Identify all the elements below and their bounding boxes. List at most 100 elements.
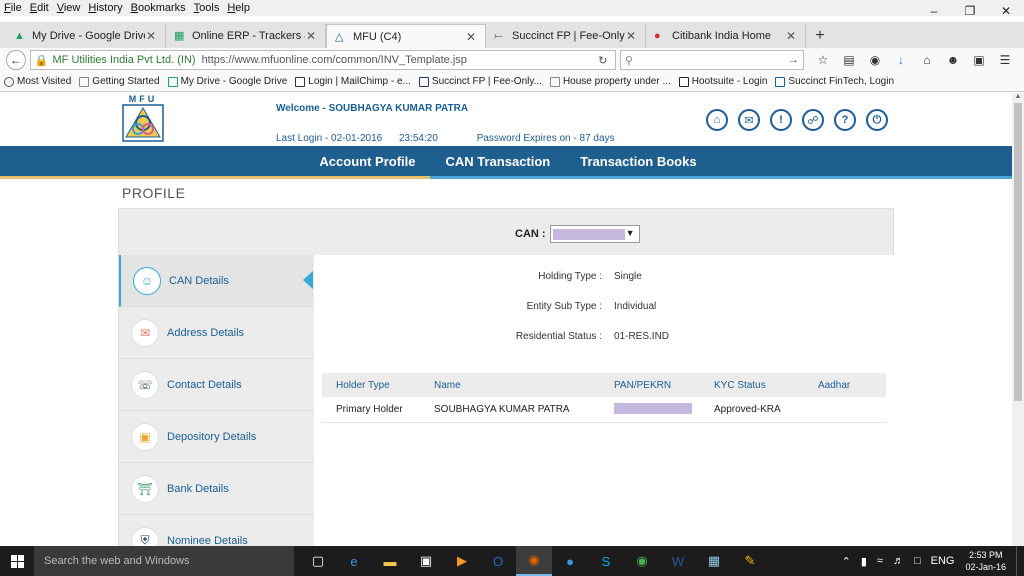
tray-chevron-icon[interactable]: ⌃ xyxy=(842,555,851,568)
search-input[interactable]: ⚲ → xyxy=(619,50,804,70)
menu-view[interactable]: View xyxy=(53,2,85,14)
outlook-icon[interactable]: O xyxy=(480,546,516,576)
home-icon[interactable]: ⌂ xyxy=(914,53,940,67)
close-icon[interactable]: ✕ xyxy=(145,29,157,43)
close-icon[interactable]: ✕ xyxy=(625,29,637,43)
sidebar-item-contact-details[interactable]: ☏ Contact Details xyxy=(119,359,313,411)
notification-icon[interactable]: □ xyxy=(914,555,921,567)
menu-edit[interactable]: Edit xyxy=(26,2,53,14)
edge-icon[interactable]: e xyxy=(336,546,372,576)
taskbar-search[interactable]: Search the web and Windows xyxy=(34,546,294,576)
scroll-up-icon[interactable]: ▲ xyxy=(1012,93,1024,103)
bank-icon: ⛩ xyxy=(131,474,159,503)
tab-1[interactable]: ▦ Online ERP - Trackers & O...✕ xyxy=(166,24,326,48)
chrome-icon[interactable]: ◉ xyxy=(624,546,660,576)
tab-0[interactable]: ▲ My Drive - Google Drive ✕ xyxy=(6,24,166,48)
mfu-icon: △ xyxy=(335,30,344,43)
shield-icon: ⛨ xyxy=(131,526,159,546)
firefox-icon[interactable]: ◉ xyxy=(516,546,552,576)
start-button[interactable] xyxy=(0,546,34,576)
hootsuite-icon xyxy=(678,76,689,87)
pocket-icon[interactable]: ◉ xyxy=(862,53,888,67)
can-value-redacted xyxy=(552,229,625,240)
site-identity[interactable]: MF Utilities India Pvt Ltd. (IN) xyxy=(53,54,196,66)
chat-icon[interactable]: ☻ xyxy=(940,53,966,67)
sidebar-item-bank-details[interactable]: ⛩ Bank Details xyxy=(119,463,313,515)
restore-icon[interactable]: ❐ xyxy=(952,0,988,22)
bookmark-item[interactable]: Hootsuite - Login xyxy=(678,76,768,87)
bookmark-item[interactable]: Succinct FP | Fee-Only... xyxy=(418,76,542,87)
menu-tools[interactable]: Tools xyxy=(190,2,224,14)
bookmark-item[interactable]: Most Visited xyxy=(4,76,71,87)
bookmark-item[interactable]: My Drive - Google Drive xyxy=(167,76,287,87)
bookmark-item[interactable]: House property under ... xyxy=(549,76,671,87)
tab-label: My Drive - Google Drive xyxy=(32,30,145,42)
close-icon[interactable]: ✕ xyxy=(785,29,797,43)
extension-icon[interactable]: ▣ xyxy=(966,53,992,67)
url-bar[interactable]: 🔒 MF Utilities India Pvt Ltd. (IN) https… xyxy=(29,50,616,70)
bookmark-item[interactable]: Getting Started xyxy=(79,76,160,87)
clipboard-icon[interactable]: ▤ xyxy=(836,53,862,67)
nav-account-profile[interactable]: Account Profile xyxy=(319,154,415,169)
explorer-icon[interactable]: ▬ xyxy=(372,546,408,576)
help-icon[interactable]: ? xyxy=(834,109,856,131)
nav-can-transaction[interactable]: CAN Transaction xyxy=(446,154,551,169)
paint-icon[interactable]: ✎ xyxy=(732,546,768,576)
task-view-icon[interactable]: ▢ xyxy=(300,546,336,576)
notepad-icon[interactable]: ▦ xyxy=(696,546,732,576)
back-button[interactable]: ← xyxy=(6,50,26,70)
nav-transaction-books[interactable]: Transaction Books xyxy=(580,154,696,169)
unlock-icon[interactable]: ☍ xyxy=(802,109,824,131)
sidebar-item-can-details[interactable]: ☺ CAN Details xyxy=(119,255,313,307)
close-icon[interactable]: ✕ xyxy=(305,29,317,43)
battery-icon[interactable]: ▮ xyxy=(861,555,867,568)
word-icon[interactable]: W xyxy=(660,546,696,576)
window-controls: – ❐ ✕ xyxy=(916,0,1024,22)
star-icon[interactable]: ☆ xyxy=(810,53,836,67)
sidebar-item-depository-details[interactable]: ▣ Depository Details xyxy=(119,411,313,463)
menu-icon[interactable]: ☰ xyxy=(992,53,1018,67)
mail-icon[interactable]: ✉ xyxy=(738,109,760,131)
menu-bookmarks[interactable]: Bookmarks xyxy=(127,2,190,14)
url-text[interactable]: https://www.mfuonline.com/common/INV_Tem… xyxy=(202,54,595,66)
windows-taskbar: Search the web and Windows ▢ e ▬ ▣ ▶ O ◉ ● S ◉ W ▦ ✎… xyxy=(0,546,1024,576)
page-scrollbar[interactable]: ▲ xyxy=(1012,93,1024,546)
bookmarks-bar: Most Visited Getting Started My Drive - Go… xyxy=(0,72,1024,92)
skype-icon[interactable]: S xyxy=(588,546,624,576)
can-select[interactable]: ▼ xyxy=(549,225,640,243)
volume-icon[interactable]: ♬ xyxy=(893,555,904,567)
tab-4[interactable]: ● Citibank India Home ✕ xyxy=(646,24,806,48)
bookmark-label: Most Visited xyxy=(17,76,72,87)
menu-history[interactable]: History xyxy=(84,2,126,14)
scroll-thumb[interactable] xyxy=(1014,103,1022,401)
show-desktop-button[interactable] xyxy=(1016,546,1024,576)
clock[interactable]: 2:53 PM 02-Jan-16 xyxy=(965,549,1006,573)
go-arrow-icon[interactable]: → xyxy=(788,54,799,66)
sidebar-item-address-details[interactable]: ✉ Address Details xyxy=(119,307,313,359)
column-header: Name xyxy=(434,379,461,391)
bookmark-label: Hootsuite - Login xyxy=(691,76,768,87)
reload-icon[interactable]: ↻ xyxy=(595,54,611,67)
alert-icon[interactable]: ! xyxy=(770,109,792,131)
store-icon[interactable]: ▣ xyxy=(408,546,444,576)
detail-key: Holding Type : xyxy=(538,271,602,282)
sidebar-item-nominee-details[interactable]: ⛨ Nominee Details xyxy=(119,515,313,546)
last-login-time: 23:54:20 xyxy=(398,133,438,144)
home-icon[interactable]: ⌂ xyxy=(706,109,728,131)
tab-3[interactable]: ⤚ Succinct FP | Fee-Only Fin...✕ xyxy=(486,24,646,48)
language-indicator[interactable]: ENG xyxy=(931,555,955,567)
bookmark-item[interactable]: Succinct FinTech, Login xyxy=(775,76,894,87)
power-icon[interactable]: ⏻ xyxy=(866,109,888,131)
new-tab-button[interactable]: + xyxy=(806,24,834,48)
tab-2[interactable]: △ MFU (C4) ✕ xyxy=(326,24,486,48)
skype-a-icon[interactable]: ● xyxy=(552,546,588,576)
network-icon[interactable]: ≈ xyxy=(877,555,883,567)
menu-file[interactable]: File xyxy=(0,2,26,14)
close-icon[interactable]: ✕ xyxy=(988,0,1024,22)
close-icon[interactable]: ✕ xyxy=(465,30,477,44)
menu-help[interactable]: Help xyxy=(223,2,254,14)
minimize-icon[interactable]: – xyxy=(916,0,952,22)
download-icon[interactable]: ↓ xyxy=(888,53,914,67)
bookmark-item[interactable]: Login | MailChimp - e... xyxy=(295,76,411,87)
media-icon[interactable]: ▶ xyxy=(444,546,480,576)
